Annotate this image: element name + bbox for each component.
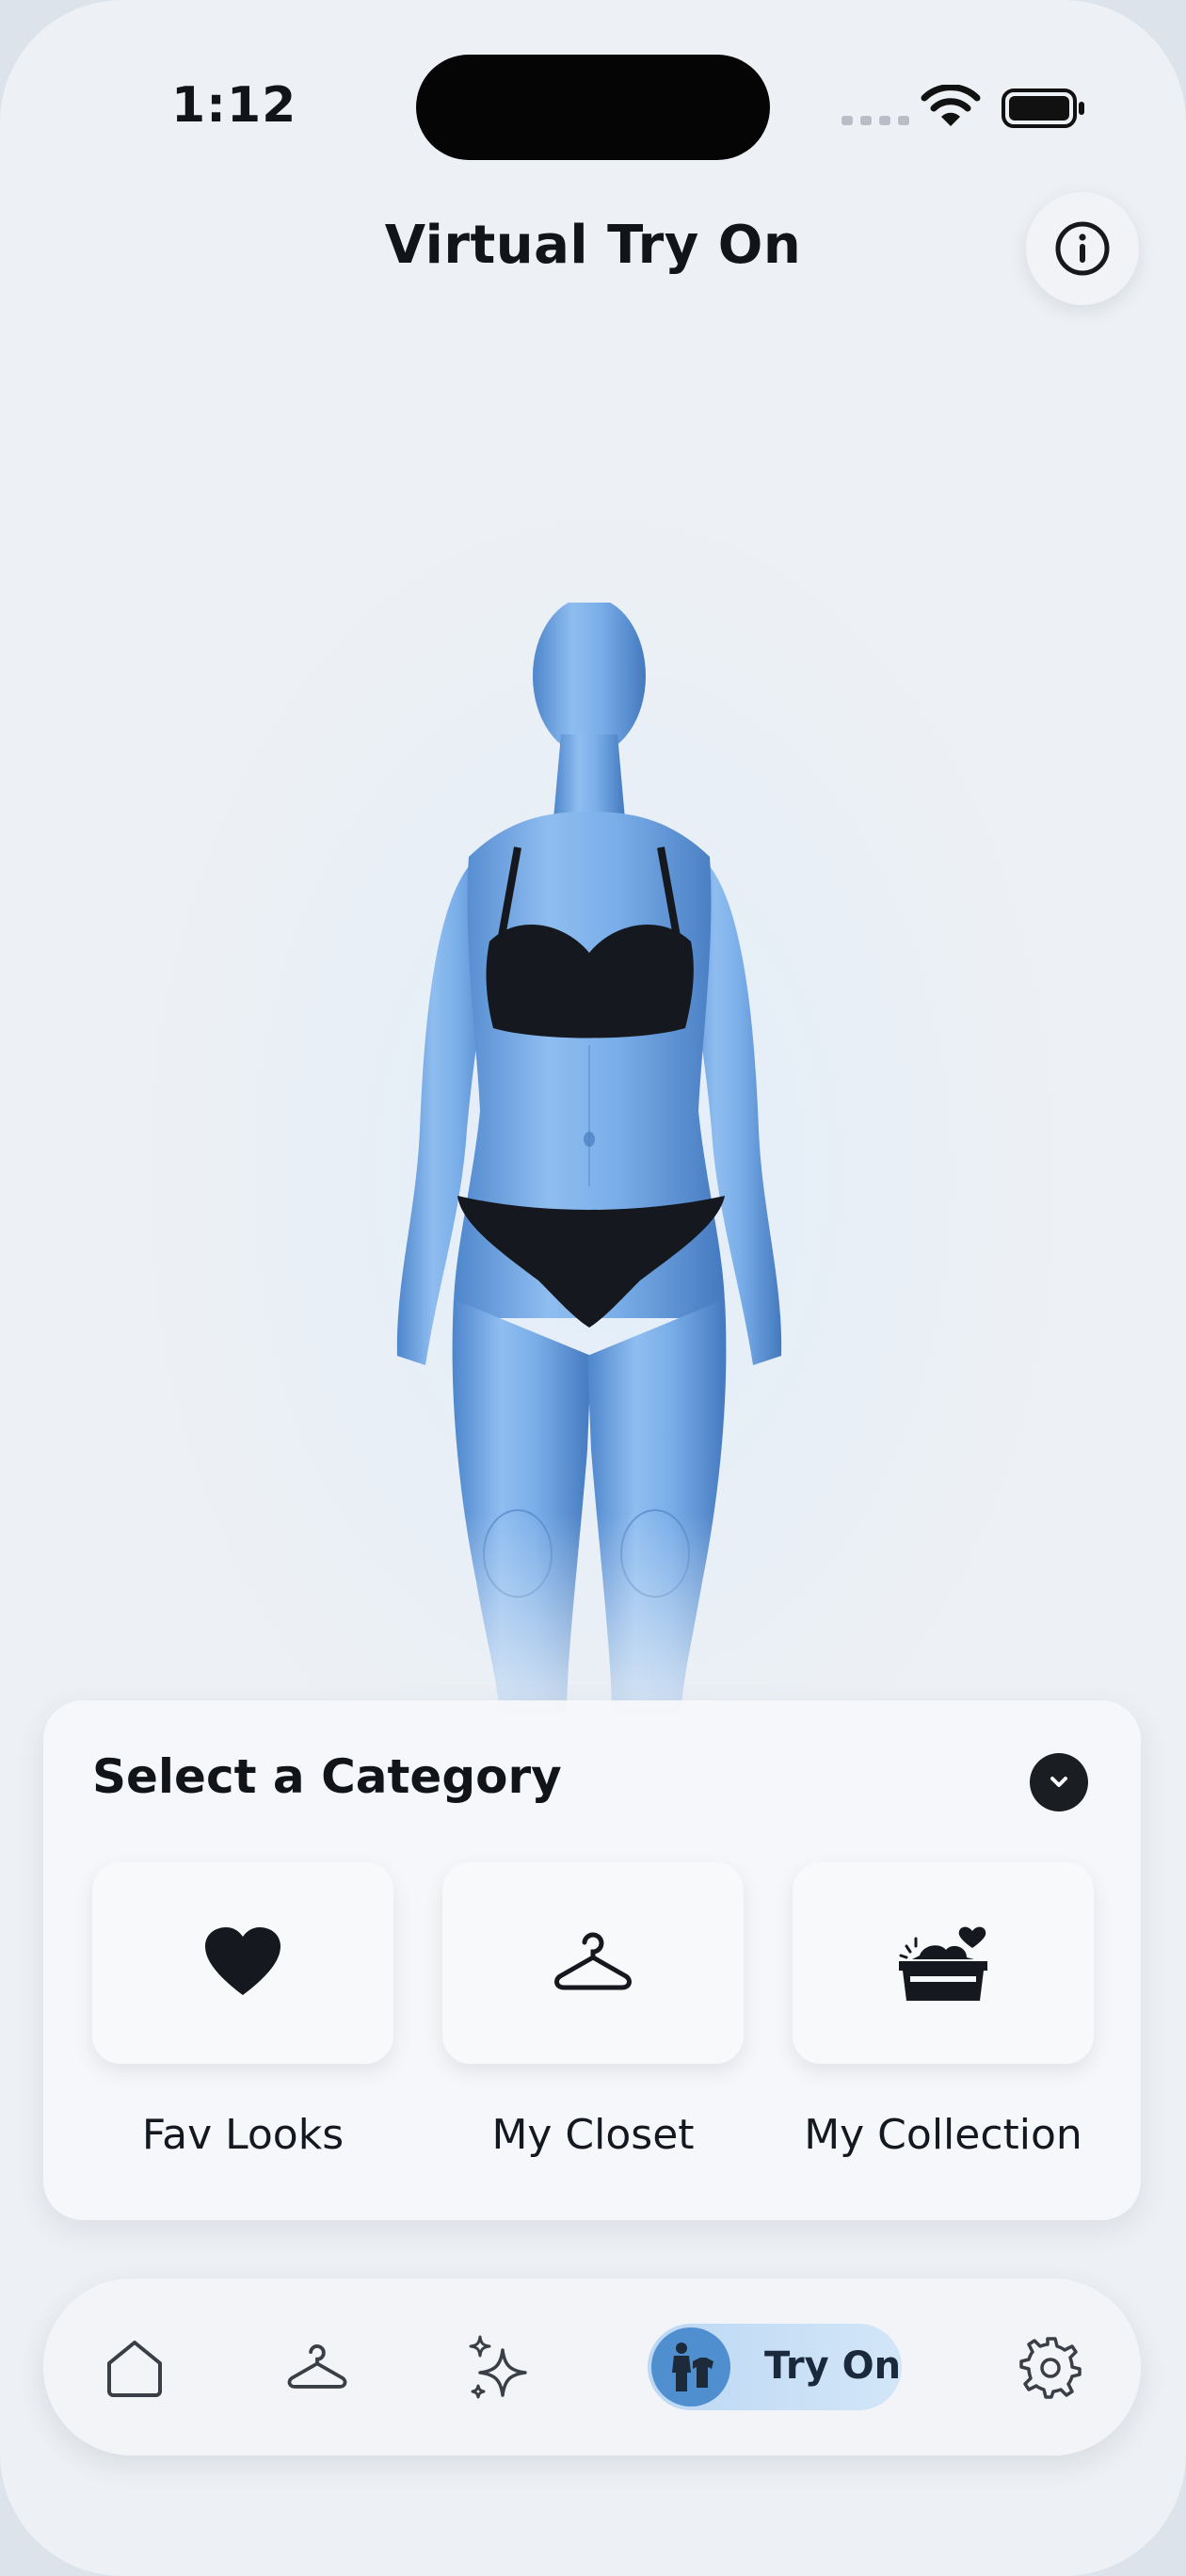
hanger-icon bbox=[287, 2344, 347, 2389]
nav-item-try-on[interactable]: Try On bbox=[648, 2324, 902, 2410]
nav-item-settings[interactable] bbox=[1009, 2326, 1094, 2410]
nav-item-try-on-label: Try On bbox=[764, 2344, 902, 2388]
category-card-my-closet[interactable] bbox=[442, 1862, 744, 2064]
sparkles-icon bbox=[469, 2335, 527, 2399]
category-panel: Select a Category Fav Looks My Closet My… bbox=[43, 1700, 1141, 2220]
category-card-fav-looks[interactable] bbox=[92, 1862, 393, 2064]
cellular-signal-icon bbox=[841, 116, 909, 125]
nav-item-closet[interactable] bbox=[275, 2326, 360, 2410]
home-icon bbox=[107, 2341, 162, 2397]
hanger-icon bbox=[554, 1932, 632, 1990]
heart-icon bbox=[205, 1927, 280, 1995]
info-button[interactable] bbox=[1026, 192, 1139, 305]
battery-icon bbox=[1002, 89, 1084, 128]
gear-icon bbox=[1019, 2337, 1082, 2399]
category-toggle-button[interactable] bbox=[1030, 1753, 1088, 1811]
category-panel-heading: Select a Category bbox=[92, 1749, 562, 1804]
page-title: Virtual Try On bbox=[384, 215, 802, 276]
bottom-nav: Try On bbox=[43, 2278, 1141, 2455]
category-label-my-collection: My Collection bbox=[804, 2111, 1082, 2159]
nav-item-home[interactable] bbox=[92, 2326, 177, 2410]
nav-item-ai-styling[interactable] bbox=[457, 2326, 542, 2410]
dynamic-island bbox=[416, 55, 770, 160]
collection-box-icon bbox=[899, 1926, 987, 2001]
category-card-my-collection[interactable] bbox=[793, 1862, 1094, 2064]
wifi-icon bbox=[921, 85, 981, 126]
category-label-my-closet: My Closet bbox=[491, 2111, 695, 2159]
status-time: 1:12 bbox=[171, 77, 297, 134]
try-on-icon-wrapper bbox=[651, 2327, 730, 2407]
category-label-fav-looks: Fav Looks bbox=[141, 2111, 345, 2159]
phone-screen: 1:12 Virtual Try On Select a Category Fa… bbox=[0, 0, 1186, 2576]
info-icon bbox=[1055, 221, 1110, 276]
try-on-icon bbox=[672, 2343, 713, 2391]
mannequin-figure bbox=[396, 603, 782, 1714]
chevron-down-icon bbox=[1050, 1777, 1067, 1787]
